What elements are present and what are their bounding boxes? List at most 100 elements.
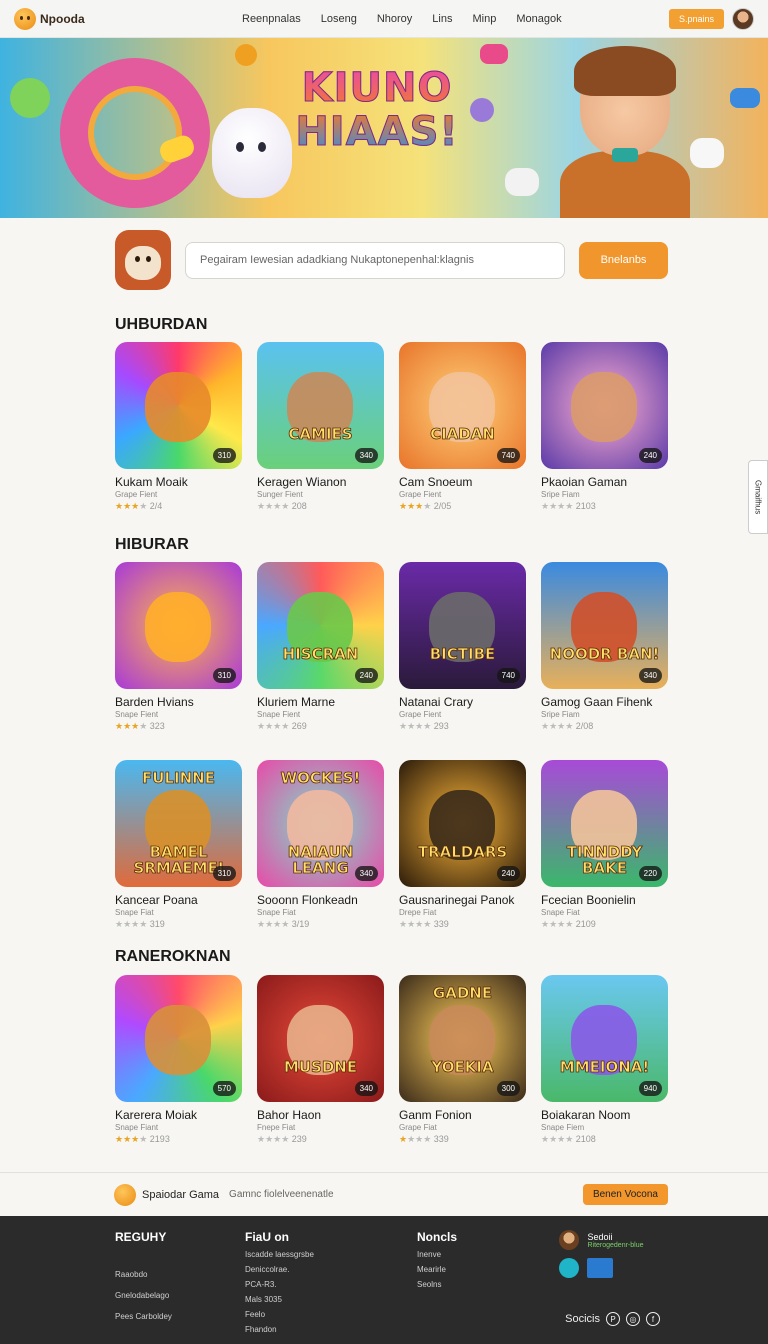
- game-thumbnail[interactable]: MMEIONA! 940: [541, 975, 668, 1102]
- feedback-side-tab[interactable]: Gmaifhus: [748, 460, 768, 534]
- game-thumbnail[interactable]: FULINNE BAMEL SRMAEMEI 310: [115, 760, 242, 887]
- site-logo[interactable]: Npooda: [14, 7, 134, 30]
- game-title[interactable]: Gamog Gaan Fihenk: [541, 695, 668, 709]
- footer-link[interactable]: PCA-R3.: [245, 1280, 314, 1289]
- game-genre: Grape Fient: [399, 710, 442, 719]
- game-thumbnail[interactable]: WOCKES! NAIAUN LEANG 340: [257, 760, 384, 887]
- play-store-badge-icon[interactable]: [587, 1258, 614, 1278]
- game-title[interactable]: Pkaoian Gaman: [541, 475, 668, 489]
- facebook-icon[interactable]: f: [646, 1312, 660, 1326]
- nav-item[interactable]: Reenpnalas: [242, 13, 301, 25]
- game-thumbnail[interactable]: 570: [115, 975, 242, 1102]
- game-thumbnail-title: MMEIONA!: [559, 1058, 650, 1076]
- game-title[interactable]: Bahor Haon: [257, 1108, 384, 1122]
- rating-text: 2/08: [573, 721, 594, 731]
- game-thumbnail[interactable]: CAMIES 340: [257, 342, 384, 469]
- game-card[interactable]: NOODR BAN! 340 Gamog Gaan Fihenk Sripe Fiam…: [541, 562, 668, 732]
- pinterest-icon[interactable]: P: [606, 1312, 620, 1326]
- game-title[interactable]: Boiakaran Noom: [541, 1108, 668, 1122]
- game-card[interactable]: MUSDNE 340 Bahor Haon Fnepe Fiat ★★★★ 239: [257, 975, 384, 1145]
- game-title[interactable]: Karerera Moiak: [115, 1108, 242, 1122]
- game-genre: Snape Fient: [115, 710, 159, 719]
- app-store-badge-icon[interactable]: [559, 1258, 579, 1278]
- game-thumbnail[interactable]: 310: [115, 562, 242, 689]
- game-title[interactable]: Keragen Wianon: [257, 475, 384, 489]
- nav-item[interactable]: Nhoroy: [377, 13, 412, 25]
- footer-avatar[interactable]: [559, 1230, 579, 1250]
- signin-button[interactable]: S.pnains: [668, 8, 724, 29]
- game-card[interactable]: FULINNE BAMEL SRMAEMEI 310 Kancear Poana Sna…: [115, 760, 242, 930]
- game-title[interactable]: Natanai Crary: [399, 695, 526, 709]
- game-card[interactable]: 310 Barden Hvians Snape Fient ★★★★ 323: [115, 562, 242, 732]
- footer-heading: FiaU on: [245, 1230, 289, 1244]
- footer-link[interactable]: Iscadde laessgrsbe: [245, 1250, 314, 1259]
- game-card[interactable]: TRALDARS 240 Gausnarinegai Panok Drepe Fiat…: [399, 760, 526, 930]
- game-thumbnail[interactable]: GADNE YOEKIA 300: [399, 975, 526, 1102]
- user-avatar[interactable]: [732, 7, 754, 30]
- game-thumbnail[interactable]: MUSDNE 340: [257, 975, 384, 1102]
- footer-link[interactable]: Mearirle: [417, 1265, 457, 1274]
- player-count-badge: 220: [638, 866, 662, 881]
- instagram-icon[interactable]: ◎: [626, 1312, 640, 1326]
- game-title[interactable]: Sooonn Flonkeadn: [257, 893, 384, 907]
- game-title[interactable]: Fcecian Boonielin: [541, 893, 668, 907]
- game-thumbnail[interactable]: TINNDDY BAKE 220: [541, 760, 668, 887]
- nav-item[interactable]: Monagok: [516, 13, 561, 25]
- game-title[interactable]: Gausnarinegai Panok: [399, 893, 526, 907]
- footer-link[interactable]: Raaobdo: [115, 1270, 172, 1279]
- game-title[interactable]: Kluriem Marne: [257, 695, 384, 709]
- game-card[interactable]: 570 Karerera Moiak Snape Fiant ★★★★ 2193: [115, 975, 242, 1145]
- game-thumbnail[interactable]: TRALDARS 240: [399, 760, 526, 887]
- footer-link[interactable]: Feelo: [245, 1310, 314, 1319]
- footer-link[interactable]: Pees Carboldey: [115, 1312, 172, 1321]
- hero-banner[interactable]: KIUNO HIAAS!: [0, 38, 768, 218]
- nav-item[interactable]: Minp: [472, 13, 496, 25]
- footer-profile-name: Sedoii: [587, 1231, 613, 1242]
- footer-link[interactable]: Inenve: [417, 1250, 457, 1259]
- rating-text: 2109: [573, 919, 596, 929]
- game-card[interactable]: BICTIBE 740 Natanai Crary Grape Fient ★★★★ 2…: [399, 562, 526, 732]
- game-title[interactable]: Cam Snoeum: [399, 475, 526, 489]
- game-card[interactable]: 240 Pkaoian Gaman Sripe Fiam ★★★★ 2103: [541, 342, 668, 512]
- game-card[interactable]: TINNDDY BAKE 220 Fcecian Boonielin Snape Fi…: [541, 760, 668, 930]
- game-card[interactable]: WOCKES! NAIAUN LEANG 340 Sooonn Flonkeadn Sn…: [257, 760, 384, 930]
- nav-item[interactable]: Loseng: [321, 13, 357, 25]
- game-thumbnail-title: GADNE: [432, 984, 493, 1002]
- game-card[interactable]: HISCRAN 240 Kluriem Marne Snape Fient ★★★★ 2…: [257, 562, 384, 732]
- search-input[interactable]: [185, 241, 565, 279]
- game-thumbnail[interactable]: HISCRAN 240: [257, 562, 384, 689]
- footer-link[interactable]: Mals 3035: [245, 1295, 314, 1304]
- search-button[interactable]: Bnelanbs: [579, 241, 668, 279]
- game-character-art: [145, 1005, 211, 1075]
- game-title[interactable]: Kancear Poana: [115, 893, 242, 907]
- footer-link[interactable]: Seolns: [417, 1280, 457, 1289]
- game-genre: Sripe Fiam: [541, 710, 580, 719]
- footer-link[interactable]: Deniccolrae.: [245, 1265, 314, 1274]
- game-thumbnail[interactable]: 310: [115, 342, 242, 469]
- footer-link[interactable]: Gnelodabelago: [115, 1291, 172, 1300]
- game-rating: ★★★★ 208: [257, 501, 384, 512]
- banner-title: KIUNO HIAAS!: [292, 66, 462, 155]
- game-card[interactable]: CAMIES 340 Keragen Wianon Sunger Fient ★★★★ …: [257, 342, 384, 512]
- game-card[interactable]: 310 Kukam Moaik Grape Fient ★★★★ 2/4: [115, 342, 242, 512]
- game-thumbnail[interactable]: NOODR BAN! 340: [541, 562, 668, 689]
- game-card[interactable]: GADNE YOEKIA 300 Ganm Fonion Grape Fiat ★★★★ …: [399, 975, 526, 1145]
- main-nav: Reenpnalas Loseng Nhoroy Lins Minp Monag…: [242, 13, 562, 25]
- game-thumbnail[interactable]: BICTIBE 740: [399, 562, 526, 689]
- game-thumbnail[interactable]: 240: [541, 342, 668, 469]
- side-tab-label: Gmaifhus: [753, 479, 763, 515]
- game-card[interactable]: MMEIONA! 940 Boiakaran Noom Snape Fiem ★★★★ …: [541, 975, 668, 1145]
- game-genre: Sripe Fiam: [541, 490, 580, 499]
- game-title[interactable]: Kukam Moaik: [115, 475, 242, 489]
- bottom-bar: Spaiodar Gama Gamnc fiolelveenenatle Ben…: [0, 1172, 768, 1216]
- nav-item[interactable]: Lins: [432, 13, 452, 25]
- bottom-cta-button[interactable]: Benen Vocona: [582, 1184, 668, 1205]
- footer-link[interactable]: Fhandon: [245, 1325, 314, 1334]
- game-card[interactable]: CIADAN 740 Cam Snoeum Grape Fient ★★★★ 2/05: [399, 342, 526, 512]
- game-thumbnail-title: MUSDNE: [283, 1058, 358, 1076]
- game-grid: 570 Karerera Moiak Snape Fiant ★★★★ 2193 MUS…: [115, 975, 668, 1145]
- rating-text: 208: [289, 501, 307, 511]
- game-thumbnail[interactable]: CIADAN 740: [399, 342, 526, 469]
- game-title[interactable]: Barden Hvians: [115, 695, 242, 709]
- game-title[interactable]: Ganm Fonion: [399, 1108, 526, 1122]
